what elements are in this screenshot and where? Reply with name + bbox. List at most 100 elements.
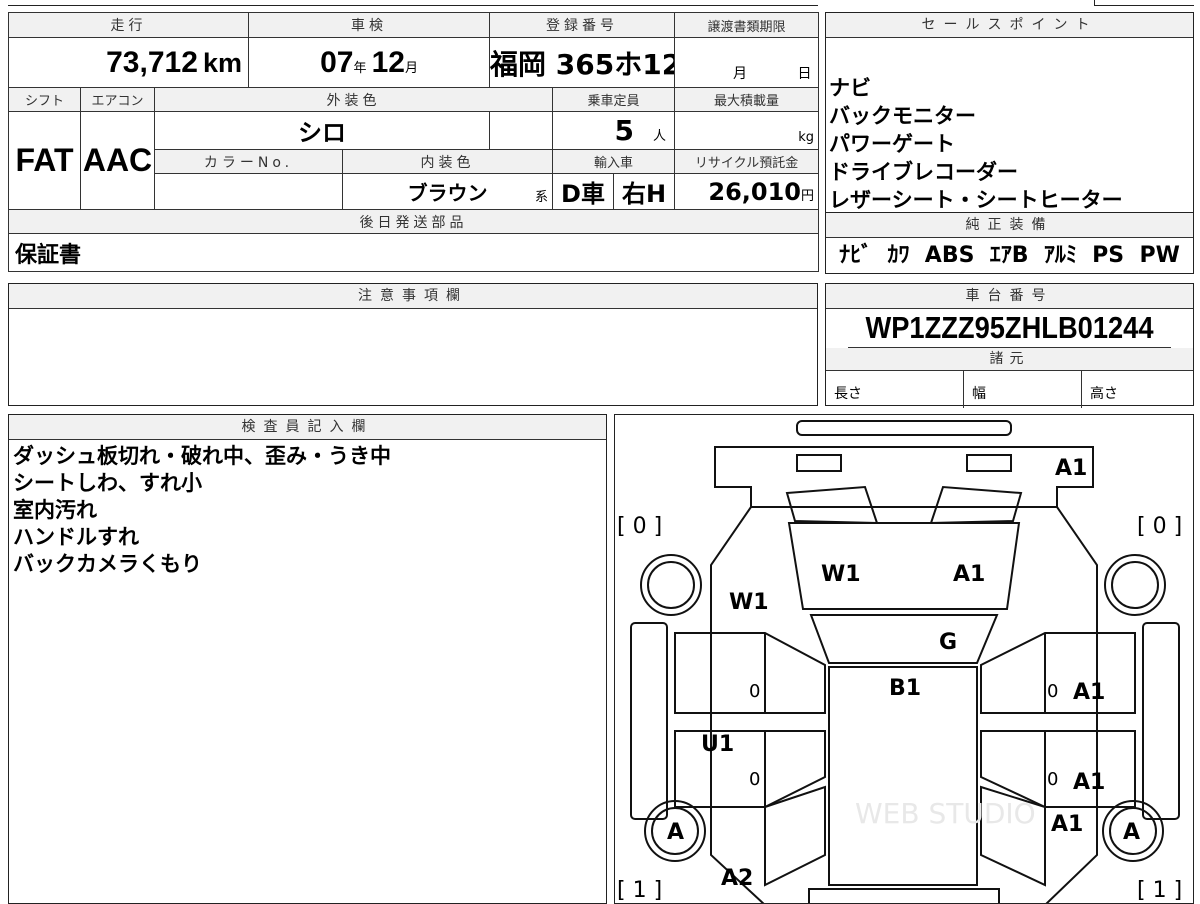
color-no-label: カラーNo. [153, 149, 344, 174]
sales-point-item: バックモニター [829, 104, 976, 128]
registration-label: 登録番号 [489, 12, 676, 38]
transfer-cell: 月 日 [674, 37, 820, 88]
body-outline-right [1045, 506, 1098, 903]
car-diagram: WEB STUDIO A1 [ 0 ] [ 0 ] W1 A1 W1 G B1 … [617, 420, 1182, 903]
recycle-cell: 26,010円 [674, 173, 820, 210]
rear-lamp-right [966, 454, 1012, 472]
mark-hood-g: G [939, 630, 957, 655]
sales-point-item: レザーシート・シートヒーター [829, 188, 1123, 212]
sales-points-label: セールスポイント [826, 13, 1193, 38]
capacity-label: 乗車定員 [552, 87, 676, 112]
inspector-note-item: ダッシュ板切れ・破れ中、歪み・うき中 [13, 444, 391, 468]
notes-label: 注意事項欄 [9, 284, 817, 309]
mark-tire-right: A [1123, 820, 1140, 845]
inspector-note-item: ハンドルすれ [13, 525, 139, 549]
inspector-note-item: シートしわ、すれ小 [13, 471, 202, 495]
registration-cell: 福岡 365ホ12 [489, 37, 676, 88]
tire-rear-left [640, 554, 702, 616]
damage-diagram-panel: WEB STUDIO A1 [ 0 ] [ 0 ] W1 A1 W1 G B1 … [614, 414, 1194, 904]
shift-value: FAT [15, 142, 74, 178]
exterior-extra-cell [489, 111, 554, 150]
sales-points-list: ナビ バックモニター パワーゲート ドライブレコーダー レザーシート・シートヒーター [826, 38, 1193, 214]
shift-cell: FAT [8, 111, 81, 210]
max-load-label: 最大積載量 [674, 87, 820, 112]
import-handle-cell: 右H [613, 173, 676, 210]
recycle-label: リサイクル預託金 [674, 149, 820, 174]
recycle-unit: 円 [801, 188, 815, 204]
mark-front-right-a1: A1 [1051, 812, 1083, 837]
import-label: 輸入車 [552, 149, 676, 174]
body-outline-left [710, 506, 765, 903]
spec-width: 幅 [964, 371, 1082, 408]
mark-front-left-bracket: [ 1 ] [617, 878, 662, 903]
sales-point-item: ドライブレコーダー [829, 160, 1018, 184]
watermark: WEB STUDIO [855, 797, 1036, 830]
genuine-panel: 純正装備 ﾅﾋﾞ ｶﾜ ABS ｴｱB ｱﾙﾐ PS PW [825, 212, 1194, 274]
mark-rear-right-bracket: [ 0 ] [1137, 514, 1182, 539]
genuine-value: ﾅﾋﾞ ｶﾜ ABS ｴｱB ｱﾙﾐ PS PW [839, 243, 1180, 268]
mark-rear-a1: A1 [1055, 456, 1087, 481]
aircon-cell: AAC [80, 111, 155, 210]
aircon-label: エアコン [80, 87, 155, 112]
mark-glass-a1: A1 [953, 562, 985, 587]
interior-suffix: 系 [535, 190, 549, 205]
notes-panel: 注意事項欄 [8, 283, 818, 406]
tire-rear-right-inner [1111, 561, 1159, 609]
transfer-day-unit: 日 [797, 66, 812, 82]
specs-label: 諸元 [826, 348, 1193, 371]
mark-left-zero-2: 0 [749, 769, 760, 790]
mark-left-zero-1: 0 [749, 681, 760, 702]
interior-label: 内装色 [342, 149, 554, 174]
mark-rear-left-bracket: [ 0 ] [617, 514, 662, 539]
mileage-cell: 73,712 km [7, 37, 250, 88]
spec-height: 高さ [1090, 386, 1118, 402]
chassis-value: WP1ZZZ95ZHLB01244 [848, 309, 1171, 348]
capacity-cell: 5 人 [552, 111, 676, 150]
mark-roof-b1: B1 [889, 676, 921, 701]
mark-right-zero-1: 0 [1047, 681, 1058, 702]
registration-value: 福岡 365ホ12 [490, 47, 675, 81]
max-load-unit: kg [798, 130, 815, 145]
transfer-label: 譲渡書類期限 [674, 12, 820, 38]
transfer-month-unit: 月 [733, 66, 748, 82]
exterior-value: シロ [298, 119, 346, 147]
mileage-label: 走行 [7, 12, 250, 38]
tire-rear-left-inner [647, 561, 695, 609]
vehicle-info-table: 走行 車検 登録番号 譲渡書類期限 73,712 km 07年 12月 福岡 3… [7, 12, 820, 272]
inspector-label: 検査員記入欄 [9, 415, 606, 440]
max-load-cell: kg [674, 111, 820, 150]
mileage-value: 73,712 [106, 45, 198, 79]
import-dealer-cell: D車 [552, 173, 615, 210]
inspector-note-item: バックカメラくもり [13, 552, 202, 576]
inspector-note-item: 室内汚れ [13, 498, 97, 522]
inspection-year-unit: 年 [353, 60, 367, 76]
inspection-cell: 07年 12月 [248, 37, 491, 88]
later-parts-value: 保証書 [15, 242, 82, 268]
mark-front-right-bracket: [ 1 ] [1137, 878, 1182, 903]
mark-right-a1-1: A1 [1073, 680, 1105, 705]
color-no-cell [153, 173, 344, 210]
mark-right-zero-2: 0 [1047, 769, 1058, 790]
inspection-year: 07 [320, 45, 354, 79]
sales-point-item: ナビ [829, 76, 871, 100]
roof-front [809, 614, 999, 664]
sill-left [630, 622, 668, 820]
sill-right [1142, 622, 1180, 820]
chassis-label: 車台番号 [826, 284, 1193, 309]
interior-cell: ブラウン 系 [342, 173, 554, 210]
front-bumper [808, 888, 1000, 903]
rear-glass-right [929, 485, 1023, 525]
mark-side-w1: W1 [729, 590, 769, 615]
rear-lamp-left [796, 454, 842, 472]
shift-label: シフト [8, 87, 81, 112]
later-parts-cell: 保証書 [7, 233, 820, 272]
mileage-unit: km [202, 47, 243, 78]
capacity-value: 5 [614, 114, 634, 147]
capacity-unit: 人 [653, 129, 667, 144]
mark-front-a2: A2 [721, 866, 753, 891]
rear-glass-left [785, 485, 879, 525]
top-strip [8, 0, 818, 6]
recycle-value: 26,010 [708, 177, 802, 206]
tire-rear-right [1104, 554, 1166, 616]
inspector-panel: 検査員記入欄 ダッシュ板切れ・破れ中、歪み・うき中 シートしわ、すれ小 室内汚れハン… [8, 414, 607, 904]
